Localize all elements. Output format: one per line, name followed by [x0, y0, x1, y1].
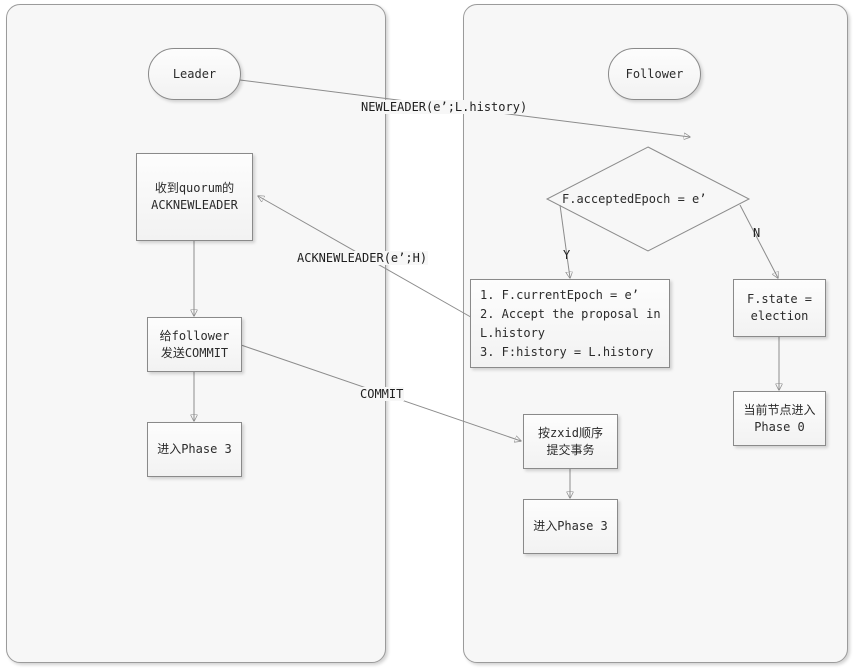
edge-label-newleader: NEWLEADER(e’;L.history)	[360, 100, 529, 114]
node-leader-phase3[interactable]: 进入Phase 3	[147, 422, 242, 477]
diagram-canvas: Leader 收到quorum的 ACKNEWLEADER 给follower …	[0, 0, 854, 669]
node-decision-label: F.acceptedEpoch = e’	[562, 192, 707, 206]
node-state-election[interactable]: F.state = election	[733, 279, 826, 337]
node-quorum-ack[interactable]: 收到quorum的 ACKNEWLEADER	[136, 153, 253, 241]
edge-label-acknewleader: ACKNEWLEADER(e’;H)	[296, 251, 429, 265]
node-leader-start[interactable]: Leader	[148, 48, 241, 100]
node-send-commit[interactable]: 给follower 发送COMMIT	[147, 317, 242, 372]
node-accept-steps[interactable]: 1. F.currentEpoch = e’ 2. Accept the pro…	[470, 279, 670, 368]
branch-label-no: N	[753, 226, 761, 240]
branch-label-yes: Y	[563, 248, 571, 262]
node-follower-phase3[interactable]: 进入Phase 3	[523, 499, 618, 554]
node-commit-by-zxid[interactable]: 按zxid顺序 提交事务	[523, 414, 618, 469]
edge-label-commit: COMMIT	[359, 387, 405, 401]
node-follower-start[interactable]: Follower	[608, 48, 701, 100]
node-enter-phase0[interactable]: 当前节点进入 Phase 0	[733, 391, 826, 446]
